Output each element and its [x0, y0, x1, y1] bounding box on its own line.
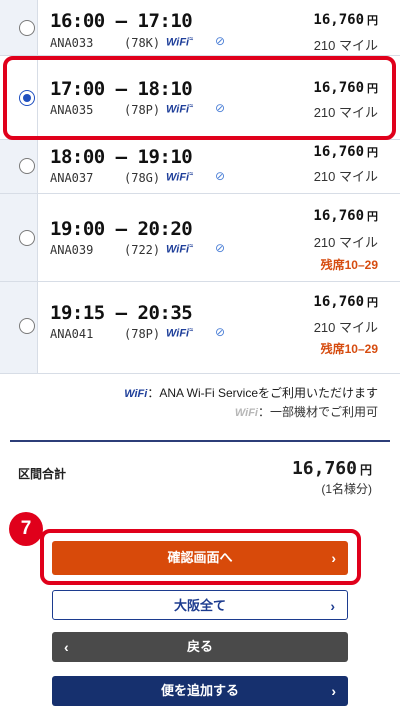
chevron-right-icon: ›	[331, 683, 336, 699]
wifi-icon: WiFi≈	[166, 36, 193, 49]
flight-radio[interactable]	[19, 318, 35, 334]
power-outlet-icon: ⊘	[215, 169, 226, 183]
flight-row[interactable]: 16:00 – 17:10 ANA033 (78K) WiFi≈ ⊘ 16,76…	[0, 0, 400, 56]
flight-time: 19:15 – 20:35	[50, 302, 193, 324]
wifi-legend: WiFi：ANA Wi-Fi Serviceをご利用いただけます	[124, 384, 378, 401]
wifi-icon: WiFi≈	[166, 243, 193, 256]
aircraft-type: (78P)	[124, 327, 161, 341]
segment-total-label: 区間合計	[18, 467, 67, 481]
fare-price: 16,760 円	[313, 294, 378, 310]
fare-price: 16,760 円	[313, 144, 378, 160]
flight-row[interactable]: 19:15 – 20:35 ANA041 (78P) WiFi≈ ⊘ 16,76…	[0, 282, 400, 374]
fare-price: 16,760 円	[313, 208, 378, 224]
flight-time: 19:00 – 20:20	[50, 218, 193, 240]
per-person-note: (1名様分)	[321, 482, 372, 496]
flight-radio[interactable]	[19, 20, 35, 36]
wifi-icon: WiFi	[124, 388, 148, 400]
wifi-partial-icon: WiFi	[234, 407, 258, 419]
aircraft-type: (722)	[124, 243, 161, 257]
button-label: 大阪全て	[173, 598, 226, 613]
flight-radio[interactable]	[19, 230, 35, 246]
fare-price: 16,760 円	[313, 12, 378, 28]
flight-number: ANA033	[50, 36, 94, 50]
wifi-icon: WiFi≈	[166, 171, 193, 184]
legend-text: ：ANA Wi-Fi Serviceをご利用いただけます	[147, 386, 378, 400]
aircraft-type: (78K)	[124, 36, 161, 50]
button-label: 便を追加する	[160, 683, 239, 698]
power-outlet-icon: ⊘	[215, 34, 226, 48]
miles: 210 マイル	[313, 169, 378, 184]
wifi-legend-partial: WiFi：一部機材でご利用可	[235, 403, 378, 420]
segment-total-price: 16,760 円	[291, 458, 372, 479]
flight-radio[interactable]	[19, 158, 35, 174]
flight-row[interactable]: 18:00 – 19:10 ANA037 (78G) WiFi≈ ⊘ 16,76…	[0, 140, 400, 194]
power-outlet-icon: ⊘	[215, 241, 226, 255]
chevron-left-icon: ‹	[64, 639, 69, 655]
add-flight-button[interactable]: 便を追加する ›	[52, 676, 348, 706]
legend-text: ：一部機材でご利用可	[257, 405, 378, 419]
miles: 210 マイル	[313, 320, 378, 335]
button-label: 確認画面へ	[167, 550, 233, 565]
power-outlet-icon: ⊘	[215, 325, 226, 339]
seats-remaining: 残席10–29	[320, 342, 378, 356]
flight-number: ANA039	[50, 243, 94, 257]
osaka-all-button[interactable]: 大阪全て ›	[52, 590, 348, 620]
step-number-badge: 7	[9, 512, 43, 546]
chevron-right-icon: ›	[330, 598, 335, 614]
wifi-icon: WiFi≈	[166, 327, 193, 340]
miles: 210 マイル	[313, 235, 378, 250]
section-divider	[10, 440, 390, 442]
flight-row[interactable]: 19:00 – 20:20 ANA039 (722) WiFi≈ ⊘ 16,76…	[0, 194, 400, 282]
flight-time: 16:00 – 17:10	[50, 10, 193, 32]
flight-number: ANA037	[50, 171, 94, 185]
chevron-right-icon: ›	[331, 550, 336, 566]
flight-time: 18:00 – 19:10	[50, 146, 193, 168]
flight-number: ANA041	[50, 327, 94, 341]
selected-flight-highlight	[3, 56, 396, 140]
seats-remaining: 残席10–29	[320, 258, 378, 272]
aircraft-type: (78G)	[124, 171, 161, 185]
back-button[interactable]: ‹ 戻る	[52, 632, 348, 662]
confirm-screen-button[interactable]: 確認画面へ ›	[52, 541, 348, 575]
button-label: 戻る	[186, 639, 213, 654]
flight-list: 16:00 – 17:10 ANA033 (78K) WiFi≈ ⊘ 16,76…	[0, 0, 400, 378]
miles: 210 マイル	[313, 38, 378, 53]
